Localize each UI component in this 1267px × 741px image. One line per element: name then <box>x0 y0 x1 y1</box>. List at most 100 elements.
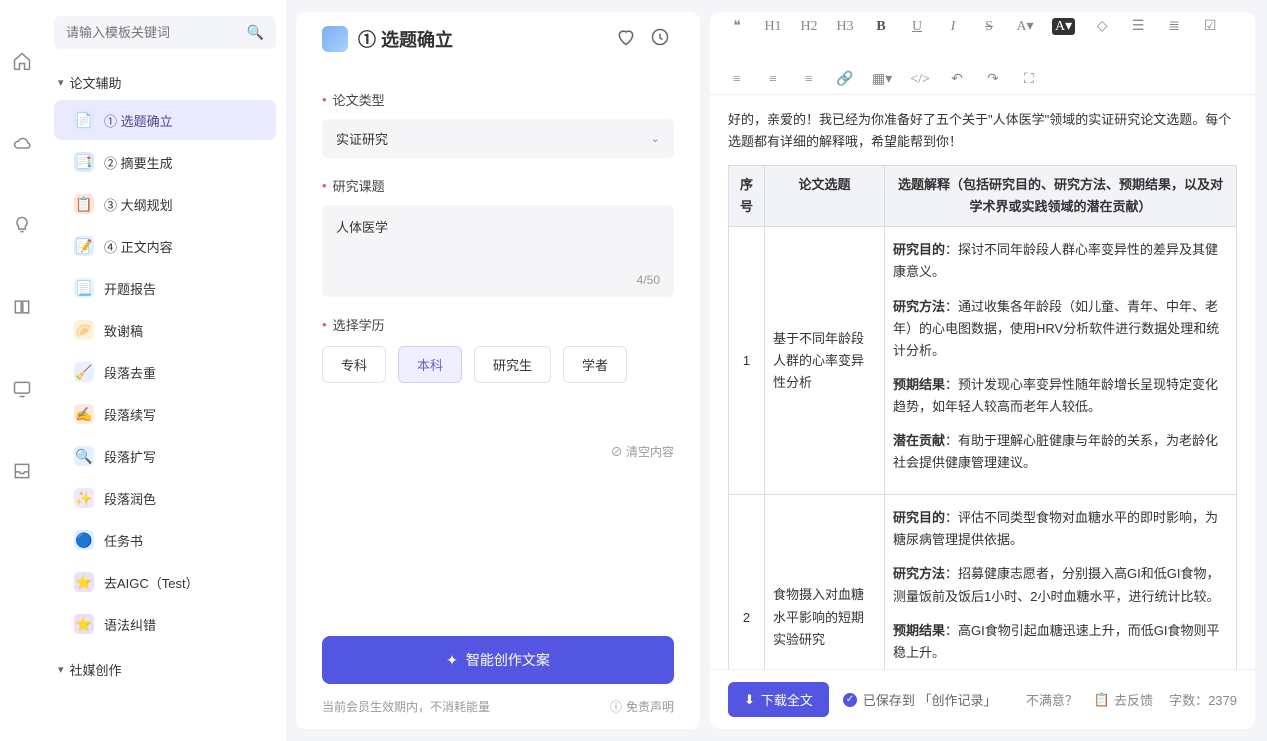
row-explain: 研究目的：评估不同类型食物对血糖水平的即时影响，为糖尿病管理提供依据。研究方法：… <box>885 495 1237 669</box>
disclaimer-link[interactable]: ⓘ 免责声明 <box>610 698 674 715</box>
sidebar-item-4[interactable]: 📃开题报告 <box>54 268 276 308</box>
sidebar-item-2[interactable]: 📋③ 大纲规划 <box>54 184 276 224</box>
search-icon: 🔍 <box>247 24 264 41</box>
intro-text: 好的，亲爱的！我已经为你准备好了五个关于"人体医学"领域的实证研究论文选题。每个… <box>728 109 1237 153</box>
item-label: 去AIGC（Test） <box>104 573 199 592</box>
magic-icon: ✦ <box>446 652 458 669</box>
item-icon: 📑 <box>74 152 94 172</box>
download-icon: ⬇ <box>744 692 755 708</box>
item-label: ② 摘要生成 <box>104 153 173 172</box>
clear-button[interactable]: ⊘ 清空内容 <box>322 443 674 460</box>
ordered-list-button[interactable]: ≣ <box>1165 18 1183 35</box>
underline-button[interactable]: U <box>908 19 926 35</box>
bg-color-button[interactable]: A▾ <box>1052 18 1075 35</box>
membership-note: 当前会员生效期内，不消耗能量 <box>322 698 490 715</box>
cloud-icon[interactable] <box>11 132 33 154</box>
item-label: ④ 正文内容 <box>104 237 173 256</box>
h2-button[interactable]: H2 <box>800 19 818 35</box>
redo-button[interactable]: ↷ <box>984 71 1002 88</box>
education-option-3[interactable]: 学者 <box>563 346 627 383</box>
sidebar-item-1[interactable]: 📑 ② 摘要生成 <box>54 142 276 182</box>
sidebar-item-12[interactable]: ⭐语法纠错 <box>54 604 276 644</box>
sidebar: 🔍 ▾ 论文辅助 📄 ① 选题确立 📑 ② 摘要生成 📋③ 大纲规划📝④ 正文内容📃开题… <box>44 0 286 741</box>
item-label: 段落去重 <box>104 363 156 382</box>
h1-button[interactable]: H1 <box>764 19 782 35</box>
caret-down-icon: ▾ <box>58 663 64 676</box>
item-icon: ⭐ <box>74 614 94 634</box>
bold-button[interactable]: B <box>872 19 890 35</box>
item-icon: ⭐ <box>74 572 94 592</box>
sidebar-item-9[interactable]: ✨段落润色 <box>54 478 276 518</box>
row-num: 2 <box>729 495 765 669</box>
code-button[interactable]: </> <box>910 72 930 88</box>
book-icon[interactable] <box>11 296 33 318</box>
feedback-link[interactable]: 📋 去反馈 <box>1094 690 1153 709</box>
inbox-icon[interactable] <box>11 460 33 482</box>
search-input[interactable] <box>66 25 243 40</box>
item-icon: 📄 <box>74 110 94 130</box>
create-button[interactable]: ✦ 智能创作文案 <box>322 636 674 684</box>
italic-button[interactable]: I <box>944 19 962 35</box>
sidebar-item-7[interactable]: ✍️段落续写 <box>54 394 276 434</box>
bullet-list-button[interactable]: ☰ <box>1129 18 1147 35</box>
monitor-icon[interactable] <box>11 378 33 400</box>
type-select[interactable]: 实证研究 ⌄ <box>322 119 674 158</box>
label-subject: 研究课题 <box>322 176 674 195</box>
subject-input[interactable]: 人体医学 4/50 <box>322 205 674 297</box>
checklist-button[interactable]: ☑ <box>1201 18 1219 35</box>
type-value: 实证研究 <box>336 129 388 148</box>
search-box[interactable]: 🔍 <box>54 16 276 49</box>
heart-icon[interactable] <box>616 27 640 51</box>
item-label: 任务书 <box>104 531 143 550</box>
sidebar-item-0[interactable]: 📄 ① 选题确立 <box>54 100 276 140</box>
education-options: 专科本科研究生学者 <box>322 346 674 383</box>
sidebar-item-11[interactable]: ⭐ 去AIGC（Test） <box>54 562 276 602</box>
home-icon[interactable] <box>11 50 33 72</box>
label-education: 选择学历 <box>322 315 674 334</box>
align-center-button[interactable]: ≡ <box>764 72 782 88</box>
item-icon: ✍️ <box>74 404 94 424</box>
fullscreen-button[interactable]: ⛶ <box>1020 72 1038 88</box>
editor-toolbar: ❝ H1 H2 H3 B U I S A▾ A▾ ◇ ☰ ≣ ☑ ≡ ≡ ≡ 🔗… <box>710 12 1255 95</box>
group-social-header[interactable]: ▾ 社媒创作 <box>54 654 276 685</box>
sidebar-item-10[interactable]: 🔵任务书 <box>54 520 276 560</box>
editor-content[interactable]: 好的，亲爱的！我已经为你准备好了五个关于"人体医学"领域的实证研究论文选题。每个… <box>710 95 1255 669</box>
col-explain: 选题解释（包括研究目的、研究方法、预期结果，以及对学术界或实践领域的潜在贡献） <box>885 166 1237 227</box>
item-label: ① 选题确立 <box>104 111 173 130</box>
char-counter: 4/50 <box>637 273 660 287</box>
sidebar-item-8[interactable]: 🔍段落扩写 <box>54 436 276 476</box>
education-option-2[interactable]: 研究生 <box>474 346 551 383</box>
table-row: 1基于不同年龄段人群的心率变异性分析研究目的：探讨不同年龄段人群心率变异性的差异… <box>729 227 1237 495</box>
table-button[interactable]: ▦▾ <box>872 71 892 88</box>
sidebar-item-5[interactable]: 🥟致谢稿 <box>54 310 276 350</box>
quote-icon[interactable]: ❝ <box>728 18 746 35</box>
row-topic: 食物摄入对血糖水平影响的短期实验研究 <box>765 495 885 669</box>
left-iconbar <box>0 0 44 741</box>
align-left-button[interactable]: ≡ <box>728 72 746 88</box>
row-explain: 研究目的：探讨不同年龄段人群心率变异性的差异及其健康意义。研究方法：通过收集各年… <box>885 227 1237 495</box>
group-thesis-header[interactable]: ▾ 论文辅助 <box>54 67 276 98</box>
download-button[interactable]: ⬇ 下载全文 <box>728 682 829 717</box>
align-right-button[interactable]: ≡ <box>800 72 818 88</box>
clock-icon[interactable] <box>650 27 674 51</box>
education-option-1[interactable]: 本科 <box>398 346 462 383</box>
saved-indicator: ✓ 已保存到 「创作记录」 <box>843 690 997 709</box>
form-panel: ① 选题确立 论文类型 实证研究 ⌄ 研究课题 人体医学 4/50 选择学历 专… <box>296 12 700 729</box>
text-color-button[interactable]: A▾ <box>1016 18 1034 35</box>
education-option-0[interactable]: 专科 <box>322 346 386 383</box>
editor-panel: ❝ H1 H2 H3 B U I S A▾ A▾ ◇ ☰ ≣ ☑ ≡ ≡ ≡ 🔗… <box>710 12 1255 729</box>
h3-button[interactable]: H3 <box>836 19 854 35</box>
item-icon: 📃 <box>74 278 94 298</box>
col-num: 序号 <box>729 166 765 227</box>
table-row: 2食物摄入对血糖水平影响的短期实验研究研究目的：评估不同类型食物对血糖水平的即时… <box>729 495 1237 669</box>
lightbulb-icon[interactable] <box>11 214 33 236</box>
eraser-icon[interactable]: ◇ <box>1093 18 1111 35</box>
sidebar-item-6[interactable]: 🧹段落去重 <box>54 352 276 392</box>
strike-button[interactable]: S <box>980 19 998 35</box>
link-button[interactable]: 🔗 <box>836 71 854 88</box>
undo-button[interactable]: ↶ <box>948 71 966 88</box>
topics-table: 序号 论文选题 选题解释（包括研究目的、研究方法、预期结果，以及对学术界或实践领… <box>728 165 1237 669</box>
sidebar-item-3[interactable]: 📝④ 正文内容 <box>54 226 276 266</box>
info-icon: ⓘ <box>610 698 622 715</box>
group-label: 论文辅助 <box>70 73 122 92</box>
